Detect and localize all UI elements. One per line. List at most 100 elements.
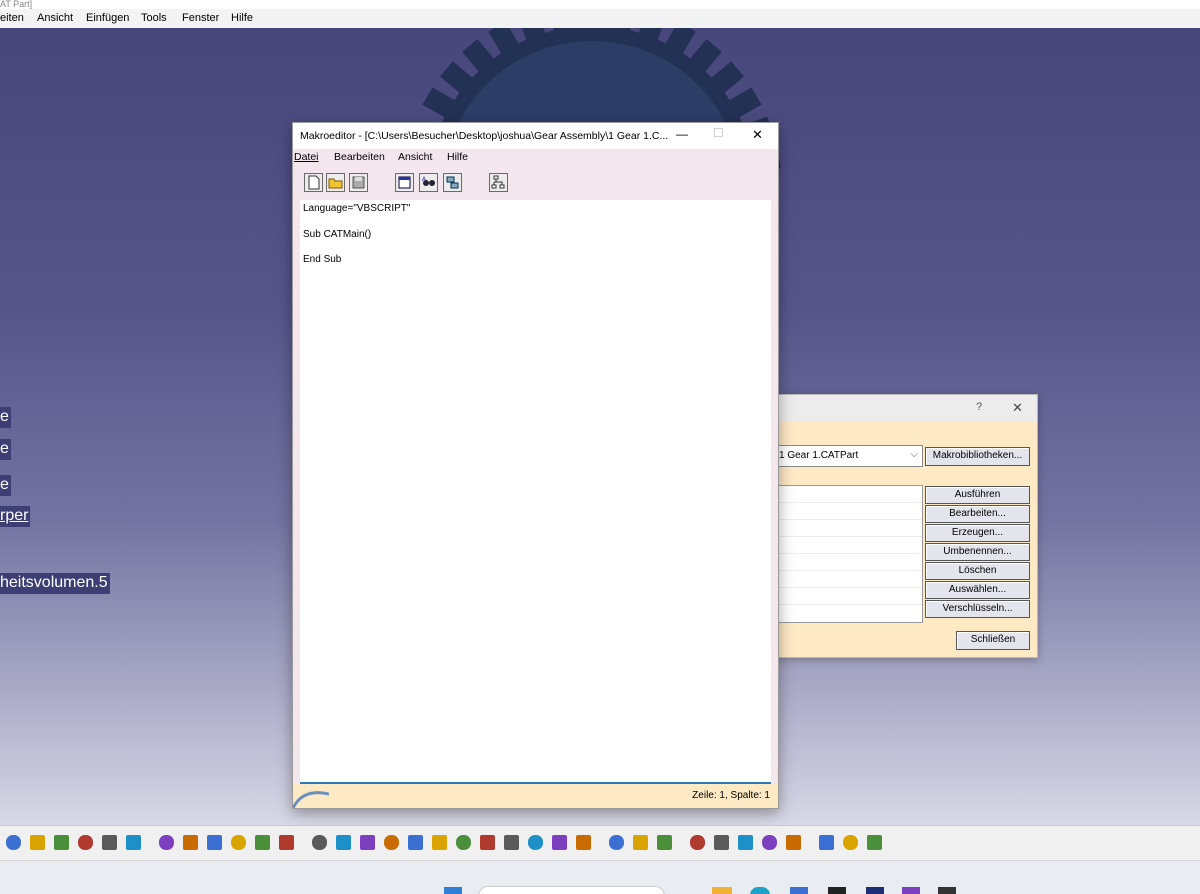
encrypt-button[interactable]: Verschlüsseln... — [925, 600, 1030, 618]
minimize-icon[interactable]: — — [676, 127, 688, 141]
help-icon[interactable]: ? — [976, 401, 982, 413]
knowledge-icon[interactable] — [867, 835, 882, 850]
delete-button[interactable]: Löschen — [925, 562, 1030, 580]
rotate-icon[interactable] — [384, 835, 399, 850]
svg-text:A: A — [422, 177, 426, 183]
menu-bearbeiten[interactable]: Bearbeiten — [334, 151, 385, 163]
object-browser-icon[interactable] — [395, 173, 414, 192]
zoom-area-icon[interactable] — [336, 835, 351, 850]
close-button[interactable]: Schließen — [956, 631, 1030, 650]
rename-button[interactable]: Umbenennen... — [925, 543, 1030, 561]
editor-toolbar: A — [293, 165, 778, 199]
run-button[interactable]: Ausführen — [925, 486, 1030, 504]
editor-titlebar: Makroeditor - [C:\Users\Besucher\Desktop… — [293, 123, 778, 149]
close-icon[interactable]: ✕ — [752, 127, 763, 143]
snapshot-icon[interactable] — [609, 835, 624, 850]
find-icon[interactable]: A — [419, 173, 438, 192]
open-folder-icon[interactable] — [326, 173, 345, 192]
macros-dialog: ? ✕ 1 Gear 1.CATPart ⌵ Makrobibliotheken… — [770, 394, 1038, 658]
menu-hilfe[interactable]: Hilfe — [447, 151, 468, 163]
menu-datei[interactable]: Datei — [294, 151, 319, 163]
app-menu-bar: eiten Ansicht Einfügen Tools Fenster Hil… — [0, 9, 1200, 29]
new-file-icon[interactable] — [304, 173, 323, 192]
code-line: End Sub — [303, 254, 342, 265]
paint-icon[interactable] — [843, 835, 858, 850]
close-icon[interactable]: ✕ — [1012, 400, 1023, 416]
menu-einfuegen[interactable]: Einfügen — [86, 12, 129, 24]
list-item[interactable] — [771, 520, 922, 537]
compass-icon[interactable] — [714, 835, 729, 850]
cursor-position: Zeile: 1, Spalte: 1 — [692, 790, 770, 801]
tree-item-volume[interactable]: heitsvolumen.5 — [0, 573, 110, 594]
app-title-bar: AT Part] — [0, 0, 1200, 9]
taskbar — [0, 860, 1200, 894]
editor-menu-bar: Datei Bearbeiten Ansicht Hilfe — [293, 149, 778, 165]
menu-tools[interactable]: Tools — [141, 12, 167, 24]
save-icon[interactable] — [349, 173, 368, 192]
menu-hilfe[interactable]: Hilfe — [231, 12, 253, 24]
zoom-out-icon[interactable] — [432, 835, 447, 850]
manipulate-icon[interactable] — [657, 835, 672, 850]
bottom-toolbar — [0, 825, 1200, 861]
list-item[interactable] — [771, 571, 922, 588]
menu-bearbeiten[interactable]: eiten — [0, 12, 24, 24]
edit-button[interactable]: Bearbeiten... — [925, 505, 1030, 523]
fit-all-icon[interactable] — [312, 835, 327, 850]
parameter-icon[interactable] — [279, 835, 294, 850]
whats-this-icon[interactable] — [126, 835, 141, 850]
menu-fenster[interactable]: Fenster — [182, 12, 219, 24]
debug-icon[interactable] — [489, 173, 508, 192]
code-line: Language="VBSCRIPT" — [303, 203, 411, 214]
update-icon[interactable] — [633, 835, 648, 850]
swap-icon[interactable] — [576, 835, 591, 850]
measure-icon[interactable] — [255, 835, 270, 850]
macro-list[interactable] — [771, 485, 923, 623]
macro-editor-window: Makroeditor - [C:\Users\Besucher\Desktop… — [292, 122, 779, 809]
view-icon[interactable] — [480, 835, 495, 850]
list-item[interactable] — [771, 486, 922, 503]
comment-icon[interactable] — [183, 835, 198, 850]
macros-dialog-titlebar: ? ✕ — [771, 395, 1037, 421]
apply-material-icon[interactable] — [819, 835, 834, 850]
app-logo — [293, 791, 329, 808]
select-button[interactable]: Auswählen... — [925, 581, 1030, 599]
isometric-icon[interactable] — [504, 835, 519, 850]
constraint-icon[interactable] — [690, 835, 705, 850]
copy-icon[interactable] — [30, 835, 45, 850]
create-button[interactable]: Erzeugen... — [925, 524, 1030, 542]
cut-icon[interactable] — [6, 835, 21, 850]
pan-icon[interactable] — [360, 835, 375, 850]
menu-ansicht[interactable]: Ansicht — [398, 151, 432, 163]
scale-icon[interactable] — [762, 835, 777, 850]
macro-libraries-button[interactable]: Makrobibliotheken... — [925, 447, 1030, 466]
zoom-in-icon[interactable] — [408, 835, 423, 850]
code-line: Sub CATMain() — [303, 229, 372, 240]
redo-icon[interactable] — [102, 835, 117, 850]
paste-icon[interactable] — [54, 835, 69, 850]
list-item[interactable] — [771, 537, 922, 554]
hide-show-icon[interactable] — [552, 835, 567, 850]
tree-item-body[interactable]: rper — [0, 506, 31, 527]
render-style-icon[interactable] — [528, 835, 543, 850]
library-select[interactable]: 1 Gear 1.CATPart ⌵ — [771, 445, 923, 467]
sensor-icon[interactable] — [207, 835, 222, 850]
list-item[interactable] — [771, 554, 922, 571]
tree-item-1[interactable]: e — [0, 407, 11, 428]
undo-icon[interactable] — [78, 835, 93, 850]
formula-icon[interactable] — [159, 835, 174, 850]
code-editor[interactable]: Language="VBSCRIPT" Sub CATMain() End Su… — [300, 200, 771, 784]
tree-item-3[interactable]: e — [0, 475, 11, 496]
list-item[interactable] — [771, 503, 922, 520]
chevron-down-icon: ⌵ — [910, 449, 918, 460]
normal-view-icon[interactable] — [456, 835, 471, 850]
list-item[interactable] — [771, 588, 922, 605]
editor-status-bar: Zeile: 1, Spalte: 1 — [293, 784, 778, 808]
maximize-icon[interactable]: ☐ — [713, 126, 724, 140]
menu-ansicht[interactable]: Ansicht — [37, 12, 73, 24]
axis-icon[interactable] — [738, 835, 753, 850]
tree-item-2[interactable]: e — [0, 439, 11, 460]
app-title: AT Part] — [0, 0, 33, 9]
analysis-icon[interactable] — [786, 835, 801, 850]
table-icon[interactable] — [231, 835, 246, 850]
insert-object-icon[interactable] — [443, 173, 462, 192]
